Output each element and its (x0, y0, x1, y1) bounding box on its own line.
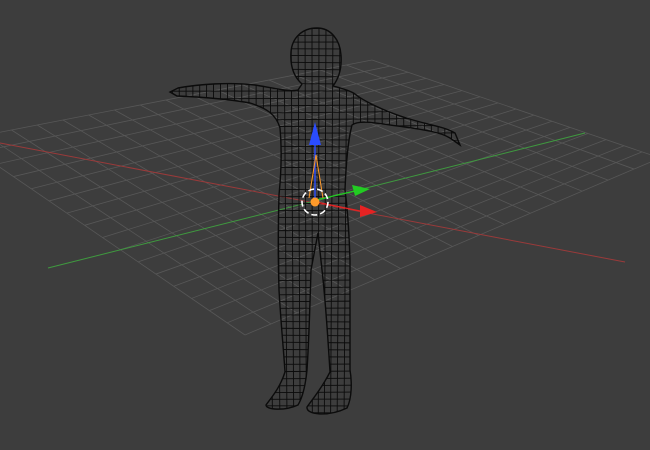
grid-line (170, 320, 460, 323)
grid-line (443, 28, 446, 414)
grid-line (170, 33, 460, 37)
grid-line (336, 28, 341, 414)
3d-viewport[interactable] (0, 0, 650, 450)
grid-line (170, 348, 460, 352)
grid-line (170, 363, 460, 366)
grid-line (317, 28, 320, 414)
grid-line (170, 326, 460, 331)
grid-line (209, 145, 625, 311)
grid-line (456, 28, 460, 414)
grid-line (170, 369, 460, 373)
grid-line (155, 126, 571, 275)
grid-line (170, 41, 460, 43)
grid-line (170, 333, 460, 338)
grid-line (170, 340, 460, 345)
grid-line (170, 54, 460, 58)
grid-line (423, 28, 427, 414)
grid-line (0, 65, 391, 148)
grid-line (178, 28, 181, 414)
grid-line (191, 28, 194, 414)
grid-line (330, 28, 334, 414)
grid-line (170, 299, 460, 304)
grid-line (170, 383, 460, 388)
grid-line (170, 398, 460, 401)
grid-line (224, 28, 229, 414)
grid-line (170, 67, 460, 72)
grid-line (197, 28, 201, 414)
grid-line (255, 28, 258, 414)
grid-line (243, 84, 531, 214)
grid-line (366, 28, 369, 414)
grid-line (170, 265, 460, 267)
grid-line (409, 28, 414, 414)
grid-line (170, 272, 460, 274)
grid-line (449, 28, 453, 414)
humanoid-mesh[interactable] (160, 20, 470, 420)
grid-line (165, 20, 168, 420)
grid-line (170, 390, 460, 394)
grid-line (381, 28, 384, 414)
grid-line (388, 28, 392, 414)
grid-line (170, 60, 460, 65)
y-arrow-icon[interactable] (352, 185, 370, 196)
pivot-point-icon[interactable] (310, 197, 320, 207)
grid-line (358, 28, 362, 414)
grid-line (170, 376, 460, 381)
grid-line (217, 28, 222, 414)
viewport-canvas[interactable] (0, 0, 650, 450)
grid-line (170, 47, 460, 50)
grid-line (262, 28, 266, 414)
grid-line (232, 28, 236, 414)
grid-line (290, 28, 295, 414)
grid-line (170, 292, 460, 297)
grid-line (191, 94, 479, 236)
grid-line (171, 28, 175, 414)
grid-line (204, 28, 208, 414)
